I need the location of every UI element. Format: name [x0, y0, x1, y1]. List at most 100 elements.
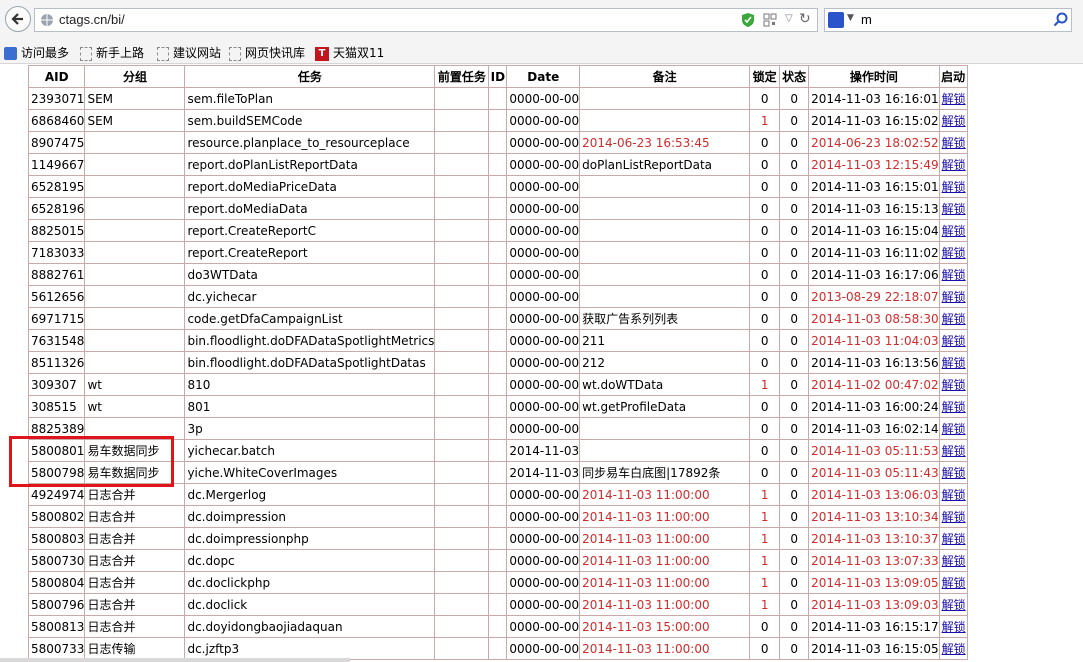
- cell-date: 0000-00-00: [506, 549, 581, 572]
- cell-start: 解锁: [938, 109, 968, 132]
- page-icon: [229, 46, 241, 61]
- bookmark-getting-started[interactable]: 新手上路: [80, 44, 144, 61]
- unlock-link[interactable]: 解锁: [942, 202, 966, 216]
- unlock-link[interactable]: 解锁: [942, 488, 966, 502]
- cell-note: [579, 241, 751, 264]
- unlock-link[interactable]: 解锁: [942, 334, 966, 348]
- unlock-link[interactable]: 解锁: [942, 268, 966, 282]
- table-row: 309307 wt 810 0000-00-00 wt.doWTData 1 0 2014-1…: [27, 373, 968, 396]
- cell-group: [84, 197, 186, 220]
- unlock-link[interactable]: 解锁: [942, 510, 966, 524]
- back-button[interactable]: [5, 6, 31, 32]
- table-row: 8511326 bin.floodlight.doDFADataSpotlight…: [27, 351, 968, 374]
- unlock-link[interactable]: 解锁: [942, 400, 966, 414]
- search-icon[interactable]: [1053, 12, 1068, 27]
- cell-note: [579, 197, 751, 220]
- column-header-task: 任务: [184, 65, 436, 88]
- unlock-link[interactable]: 解锁: [942, 576, 966, 590]
- unlock-link[interactable]: 解锁: [942, 114, 966, 128]
- cell-group: 日志合并: [84, 615, 186, 638]
- unlock-link[interactable]: 解锁: [942, 466, 966, 480]
- cell-lock: 0: [749, 395, 781, 418]
- unlock-link[interactable]: 解锁: [942, 158, 966, 172]
- cell-aid: 5800796: [27, 593, 86, 616]
- cell-status: 0: [779, 417, 810, 440]
- table-row: 8882761 do3WTData 0000-00-00 0 0 2014-11-03 1…: [27, 263, 968, 286]
- dropdown-icon[interactable]: ▽: [785, 13, 793, 24]
- cell-lock: 0: [749, 153, 781, 176]
- cell-status: 0: [779, 285, 810, 308]
- unlock-link[interactable]: 解锁: [942, 422, 966, 436]
- cell-aid: 6528196: [27, 197, 86, 220]
- unlock-link[interactable]: 解锁: [942, 642, 966, 656]
- unlock-link[interactable]: 解锁: [942, 620, 966, 634]
- search-input[interactable]: m: [861, 12, 872, 27]
- table-row: 5612656 dc.yichecar 0000-00-00 0 0 2013-08-29…: [27, 285, 968, 308]
- cell-group: [84, 175, 186, 198]
- cell-note: 2014-11-03 11:00:00: [579, 505, 751, 528]
- unlock-link[interactable]: 解锁: [942, 444, 966, 458]
- bookmark-suggested-sites[interactable]: 建议网站: [157, 44, 221, 61]
- cell-start: 解锁: [938, 417, 968, 440]
- unlock-link[interactable]: 解锁: [942, 312, 966, 326]
- cell-date: 0000-00-00: [506, 87, 581, 110]
- cell-start: 解锁: [938, 241, 968, 264]
- table-row: 2393071 SEM sem.fileToPlan 0000-00-00 0 0 2014…: [27, 87, 968, 110]
- cell-id: [488, 527, 508, 550]
- qr-code-icon[interactable]: [763, 13, 777, 27]
- cell-aid: 7183033: [27, 241, 86, 264]
- search-engine-icon[interactable]: [828, 12, 844, 28]
- cell-aid: 5800802: [27, 505, 86, 528]
- cell-pre: [434, 483, 490, 506]
- cell-group: [84, 241, 186, 264]
- unlock-link[interactable]: 解锁: [942, 290, 966, 304]
- unlock-link[interactable]: 解锁: [942, 554, 966, 568]
- cell-id: [488, 461, 508, 484]
- unlock-link[interactable]: 解锁: [942, 224, 966, 238]
- cell-status: 0: [779, 483, 810, 506]
- table-row: 5800813 日志合并 dc.doyidongbaojiadaquan 0000-0…: [27, 615, 968, 638]
- cell-task: resource.planplace_to_resourceplace: [184, 131, 436, 154]
- horizontal-scrollbar[interactable]: [0, 658, 350, 662]
- cell-time: 2014-11-03 16:15:05: [808, 637, 940, 660]
- url-text[interactable]: ctags.cn/bi/: [59, 12, 125, 27]
- cell-pre: [434, 109, 490, 132]
- cell-aid: 1149667: [27, 153, 86, 176]
- cell-task: dc.doclickphp: [184, 571, 436, 594]
- cell-note: 2014-11-03 11:00:00: [579, 637, 751, 660]
- search-engine-dropdown-icon[interactable]: ▼: [847, 13, 854, 23]
- unlock-link[interactable]: 解锁: [942, 136, 966, 150]
- unlock-link[interactable]: 解锁: [942, 532, 966, 546]
- table-row: 6971715 code.getDfaCampaignList 0000-00-00…: [27, 307, 968, 330]
- cell-aid: 8882761: [27, 263, 86, 286]
- unlock-link[interactable]: 解锁: [942, 246, 966, 260]
- cell-lock: 0: [749, 351, 781, 374]
- unlock-link[interactable]: 解锁: [942, 356, 966, 370]
- table-body: 2393071 SEM sem.fileToPlan 0000-00-00 0 0 2014…: [27, 87, 968, 660]
- cell-start: 解锁: [938, 505, 968, 528]
- unlock-link[interactable]: 解锁: [942, 378, 966, 392]
- unlock-link[interactable]: 解锁: [942, 598, 966, 612]
- shield-icon[interactable]: [741, 12, 755, 28]
- cell-time: 2014-11-02 00:47:02: [808, 373, 940, 396]
- cell-time: 2014-11-03 13:10:34: [808, 505, 940, 528]
- reload-icon[interactable]: ↻: [799, 11, 811, 27]
- table-row: 6528196 report.doMediaData 0000-00-00 0 0 201…: [27, 197, 968, 220]
- address-bar[interactable]: ctags.cn/bi/ ▽ ↻: [34, 8, 818, 32]
- cell-status: 0: [779, 197, 810, 220]
- cell-lock: 0: [749, 329, 781, 352]
- cell-time: 2014-11-03 13:09:03: [808, 593, 940, 616]
- cell-note: doPlanListReportData: [579, 153, 751, 176]
- unlock-link[interactable]: 解锁: [942, 180, 966, 194]
- search-bar[interactable]: ▼ m: [824, 8, 1072, 32]
- unlock-link[interactable]: 解锁: [942, 92, 966, 106]
- cell-group: 日志合并: [84, 549, 186, 572]
- cell-status: 0: [779, 615, 810, 638]
- cell-note: 2014-11-03 15:00:00: [579, 615, 751, 638]
- cell-time: 2014-11-03 16:15:04: [808, 219, 940, 242]
- bookmark-tmall[interactable]: T 天猫双11: [315, 44, 384, 61]
- cell-pre: [434, 285, 490, 308]
- cell-id: [488, 439, 508, 462]
- bookmark-web-slice-gallery[interactable]: 网页快讯库: [229, 44, 305, 61]
- bookmark-most-visited[interactable]: 访问最多: [4, 44, 69, 61]
